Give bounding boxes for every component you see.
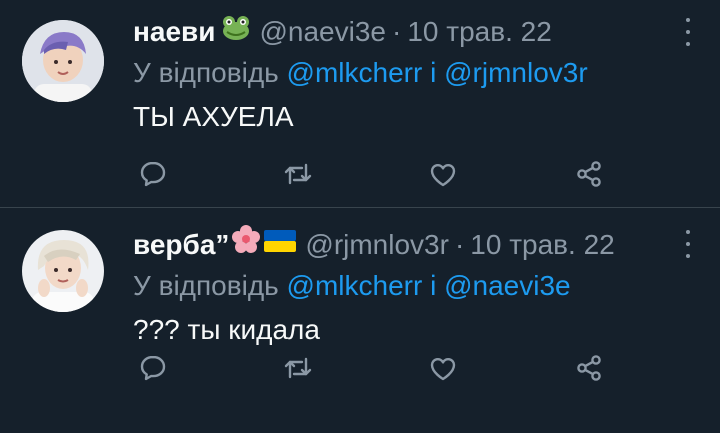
reply-context: У відповідь @mlkcherr і @naevi3e	[133, 266, 680, 306]
frog-icon	[221, 12, 251, 52]
tweet[interactable]: верба” @rjmnlov3r · 10 трав. 22 У відпов…	[0, 208, 720, 433]
share-icon[interactable]	[572, 351, 606, 385]
mention-link[interactable]: @mlkcherr	[287, 57, 423, 88]
mention-link[interactable]: @naevi3e	[444, 270, 571, 301]
separator-dot: ·	[392, 16, 402, 47]
tweet-text: ??? ты кидала	[133, 314, 320, 345]
tweet-actions	[136, 157, 606, 191]
tweet-content: наеви @naevi3e · 10 трав. 22 У відповідь	[133, 12, 680, 137]
reply-icon[interactable]	[136, 157, 170, 191]
tweet-date[interactable]: 10 трав. 22	[407, 12, 551, 52]
tweet-content: верба” @rjmnlov3r · 10 трав. 22 У відпов…	[133, 224, 680, 350]
avatar[interactable]	[22, 230, 104, 312]
reply-conjunction: і	[430, 57, 437, 88]
retweet-icon[interactable]	[281, 351, 315, 385]
reply-icon[interactable]	[136, 351, 170, 385]
tweet-date[interactable]: 10 трав. 22	[470, 225, 614, 265]
share-icon[interactable]	[572, 157, 606, 191]
like-icon[interactable]	[426, 157, 460, 191]
like-icon[interactable]	[426, 351, 460, 385]
tweet-header: наеви @naevi3e · 10 трав. 22	[133, 12, 680, 52]
reply-prefix: У відповідь	[133, 57, 279, 88]
more-options-icon[interactable]	[684, 18, 692, 46]
user-handle[interactable]: @naevi3e	[259, 12, 386, 52]
tweet-text: ТЫ АХУЕЛА	[133, 101, 294, 132]
reply-context: У відповідь @mlkcherr і @rjmnlov3r	[133, 53, 680, 93]
retweet-icon[interactable]	[281, 157, 315, 191]
mention-link[interactable]: @rjmnlov3r	[444, 57, 588, 88]
display-name[interactable]: наеви	[133, 12, 215, 52]
avatar[interactable]	[22, 20, 104, 102]
reply-conjunction: і	[430, 270, 437, 301]
display-name[interactable]: верба”	[133, 225, 229, 265]
tweet-actions	[136, 351, 606, 385]
user-handle[interactable]: @rjmnlov3r	[305, 225, 449, 265]
reply-prefix: У відповідь	[133, 270, 279, 301]
more-options-icon[interactable]	[684, 230, 692, 258]
separator-dot: ·	[454, 228, 465, 260]
cherry-blossom-icon	[231, 224, 261, 265]
tweet[interactable]: наеви @naevi3e · 10 трав. 22 У відповідь	[0, 0, 720, 208]
ukraine-flag-icon	[263, 225, 297, 265]
tweet-header: верба” @rjmnlov3r · 10 трав. 22	[133, 224, 680, 265]
mention-link[interactable]: @mlkcherr	[287, 270, 423, 301]
